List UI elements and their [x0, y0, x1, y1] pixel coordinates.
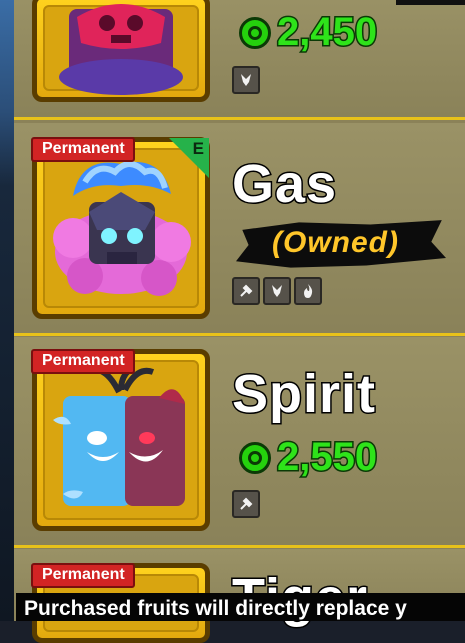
hammer-icon: [232, 490, 260, 518]
fruit-icon-box: Permanent E: [31, 137, 210, 319]
spirit-fruit-icon: [53, 365, 185, 506]
price-display: 2,550: [239, 434, 379, 481]
fighting-style-icon: [232, 66, 260, 94]
top-frame-edge: [396, 0, 465, 5]
robux-icon: [239, 16, 271, 49]
shop-item-row-gas[interactable]: Permanent E Gas (Owned): [14, 123, 465, 336]
fruit-icon-box: [32, 0, 210, 102]
fruit-icon-box: Permanent: [31, 349, 210, 531]
hammer-icon: [232, 277, 260, 305]
shop-item-row[interactable]: 2,450: [14, 0, 465, 120]
fighting-style-icon: [263, 277, 291, 305]
fruit-name: Gas: [230, 153, 338, 216]
price-value: 2,450: [275, 9, 378, 56]
flame-icon: [294, 277, 322, 305]
owned-status: (Owned): [272, 226, 399, 259]
price-value: 2,550: [275, 434, 378, 481]
fruit-shop-panel: 2,450 Permanent E Gas (Owned) Permanent …: [14, 0, 465, 643]
permanent-tag: Permanent: [31, 349, 135, 374]
shop-item-row-spirit[interactable]: Permanent Spirit 2,550: [14, 337, 465, 548]
footer-notice: Purchased fruits will directly replace y: [16, 593, 465, 621]
permanent-tag: Permanent: [31, 563, 135, 588]
fruit-name: Spirit: [230, 363, 377, 426]
gas-fruit-icon: [53, 161, 191, 296]
price-display: 2,450: [239, 9, 379, 56]
permanent-tag: Permanent: [31, 137, 135, 162]
dark-fruit-icon: [59, 4, 183, 95]
robux-icon: [239, 441, 271, 474]
